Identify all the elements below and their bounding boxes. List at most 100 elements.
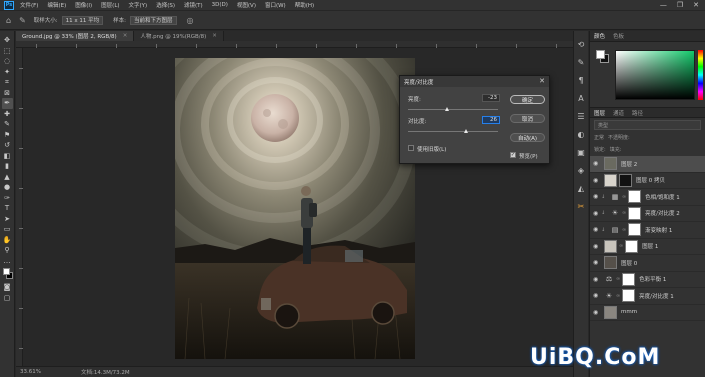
cancel-button[interactable]: 取消 — [510, 114, 545, 123]
history-icon[interactable]: ⟲ — [576, 39, 587, 50]
tab-color[interactable]: 颜色 — [594, 32, 605, 40]
visibility-eye-icon[interactable]: ◉ — [593, 259, 601, 266]
sample-select[interactable]: 当前和下方图层 — [130, 15, 177, 25]
visibility-eye-icon[interactable]: ◉ — [593, 276, 601, 283]
visibility-eye-icon[interactable]: ◉ — [593, 226, 601, 233]
menu-view[interactable]: 视图(V) — [237, 1, 256, 9]
crop-tool-icon[interactable]: ⌗ — [2, 77, 13, 88]
menu-type[interactable]: 文字(Y) — [129, 1, 148, 9]
brush-tool-icon[interactable]: ✎ — [2, 119, 13, 130]
layer-mask-thumbnail[interactable] — [628, 223, 642, 237]
layer-name[interactable]: 图层 0 拷贝 — [636, 176, 665, 184]
hand-tool-icon[interactable]: ✋ — [2, 235, 13, 246]
type-tool-icon[interactable]: T — [2, 203, 13, 214]
brightness-slider[interactable] — [408, 109, 498, 110]
layer-row[interactable]: ◉ 图层 2 — [590, 156, 705, 173]
character-icon[interactable]: A — [576, 93, 587, 104]
close-tab-icon[interactable]: ✕ — [212, 33, 217, 39]
healing-brush-icon[interactable]: ✚ — [2, 109, 13, 120]
link-icon[interactable]: ∞ — [622, 194, 626, 200]
use-legacy-checkbox[interactable] — [408, 145, 414, 151]
layer-mask-thumbnail[interactable] — [619, 173, 632, 187]
clone-stamp-icon[interactable]: ⚑ — [2, 130, 13, 141]
brush-settings-icon[interactable]: ✎ — [576, 57, 587, 68]
tools-cross-icon[interactable]: ✂ — [576, 201, 587, 212]
layer-name[interactable]: mmm — [621, 309, 637, 315]
visibility-eye-icon[interactable]: ◉ — [593, 210, 601, 217]
layer-name[interactable]: 图层 1 — [642, 242, 658, 250]
layer-row[interactable]: ◉ ∞ 图层 1 — [590, 239, 705, 255]
layer-name[interactable]: 色相/饱和度 1 — [645, 193, 680, 201]
layer-row[interactable]: ◉ ↓ ▦ ∞ 色相/饱和度 1 — [590, 189, 705, 206]
eyedropper-icon[interactable]: ✒ — [1, 98, 13, 109]
layer-mask-thumbnail[interactable] — [625, 239, 639, 253]
close-icon[interactable]: ✕ — [539, 77, 545, 85]
marquee-tool-icon[interactable]: ⬚ — [2, 46, 13, 57]
visibility-eye-icon[interactable]: ◉ — [593, 292, 601, 299]
foreground-color-chip[interactable] — [596, 50, 605, 59]
fill-label[interactable]: 填充: — [610, 146, 622, 153]
blur-tool-icon[interactable]: ▲ — [2, 172, 13, 183]
document-artwork[interactable] — [175, 58, 415, 359]
horizontal-ruler[interactable] — [16, 41, 586, 48]
more-tools-icon[interactable]: … — [2, 256, 13, 267]
color-field[interactable] — [615, 50, 695, 100]
libraries-icon[interactable]: ▣ — [576, 147, 587, 158]
sample-size-select[interactable]: 11 x 11 平均 — [61, 15, 104, 25]
color-swatches[interactable] — [2, 266, 13, 282]
layer-row[interactable]: ◉ ↓ ▤ ∞ 渐变映射 1 — [590, 222, 705, 239]
layer-name[interactable]: 图层 2 — [621, 160, 637, 168]
visibility-eye-icon[interactable]: ◉ — [593, 160, 601, 167]
adjustments-icon[interactable]: ◐ — [576, 129, 587, 140]
ok-button[interactable]: 确定 — [510, 95, 545, 104]
menu-image[interactable]: 图像(I) — [75, 1, 92, 9]
layer-row[interactable]: ◉ 图层 0 — [590, 255, 705, 272]
layer-mask-thumbnail[interactable] — [622, 272, 636, 286]
move-tool-icon[interactable]: ✥ — [2, 35, 13, 46]
menu-filter[interactable]: 滤镜(T) — [184, 1, 203, 9]
menu-file[interactable]: 文件(F) — [20, 1, 38, 9]
layer-row[interactable]: ◉ mmm — [590, 305, 705, 321]
link-icon[interactable]: ∞ — [619, 243, 623, 249]
layer-row[interactable]: ◉ ☀ ∞ 亮度/对比度 1 — [590, 288, 705, 305]
brightness-input[interactable]: -23 — [482, 94, 500, 102]
eyedropper-tool-icon[interactable]: ✎ — [19, 16, 26, 25]
tab-swatches[interactable]: 色板 — [613, 32, 624, 40]
menu-3d[interactable]: 3D(D) — [212, 2, 228, 8]
layer-name[interactable]: 亮度/对比度 1 — [639, 292, 674, 300]
preview-checkbox[interactable]: ✓ — [510, 152, 516, 158]
contrast-slider[interactable] — [408, 131, 498, 132]
layer-row[interactable]: ◉ ⚖ ∞ 色彩平衡 1 — [590, 272, 705, 288]
layer-name[interactable]: 渐变映射 1 — [645, 226, 672, 234]
zoom-level[interactable]: 33.61% — [20, 369, 41, 375]
contrast-input[interactable]: 26 — [482, 116, 500, 124]
hue-slider[interactable] — [698, 50, 703, 100]
menu-select[interactable]: 选择(S) — [156, 1, 175, 9]
close-tab-icon[interactable]: ✕ — [123, 33, 128, 39]
3d-icon[interactable]: ◭ — [576, 183, 587, 194]
layer-row[interactable]: ◉ ↓ ☀ ∞ 亮度/对比度 2 — [590, 206, 705, 222]
frame-tool-icon[interactable]: ⊠ — [2, 88, 13, 99]
visibility-eye-icon[interactable]: ◉ — [593, 309, 601, 316]
path-select-icon[interactable]: ➤ — [2, 214, 13, 225]
quick-select-tool-icon[interactable]: ✦ — [2, 67, 13, 78]
tab-layers[interactable]: 图层 — [594, 109, 605, 117]
layer-filter[interactable]: 类型 — [594, 120, 701, 130]
visibility-eye-icon[interactable]: ◉ — [593, 177, 601, 184]
foreground-color-swatch[interactable] — [2, 268, 10, 275]
tab-ground[interactable]: Ground.jpg @ 33% (图层 2, RGB/8) ✕ — [16, 31, 135, 41]
dodge-tool-icon[interactable]: ● — [2, 182, 13, 193]
styles-icon[interactable]: ◈ — [576, 165, 587, 176]
properties-icon[interactable]: ☰ — [576, 111, 587, 122]
tab-channels[interactable]: 通道 — [613, 109, 624, 117]
menu-layer[interactable]: 图层(L) — [101, 1, 119, 9]
rectangle-tool-icon[interactable]: ▭ — [2, 224, 13, 235]
minimize-icon[interactable]: — — [660, 1, 667, 9]
tab-paths[interactable]: 路径 — [632, 109, 643, 117]
screen-mode-icon[interactable]: ▢ — [2, 293, 13, 304]
auto-button[interactable]: 自动(A) — [510, 133, 545, 142]
layer-mask-thumbnail[interactable] — [628, 190, 642, 204]
layer-name[interactable]: 图层 0 — [621, 259, 637, 267]
layer-mask-thumbnail[interactable] — [622, 289, 636, 303]
vertical-ruler[interactable] — [16, 48, 23, 366]
